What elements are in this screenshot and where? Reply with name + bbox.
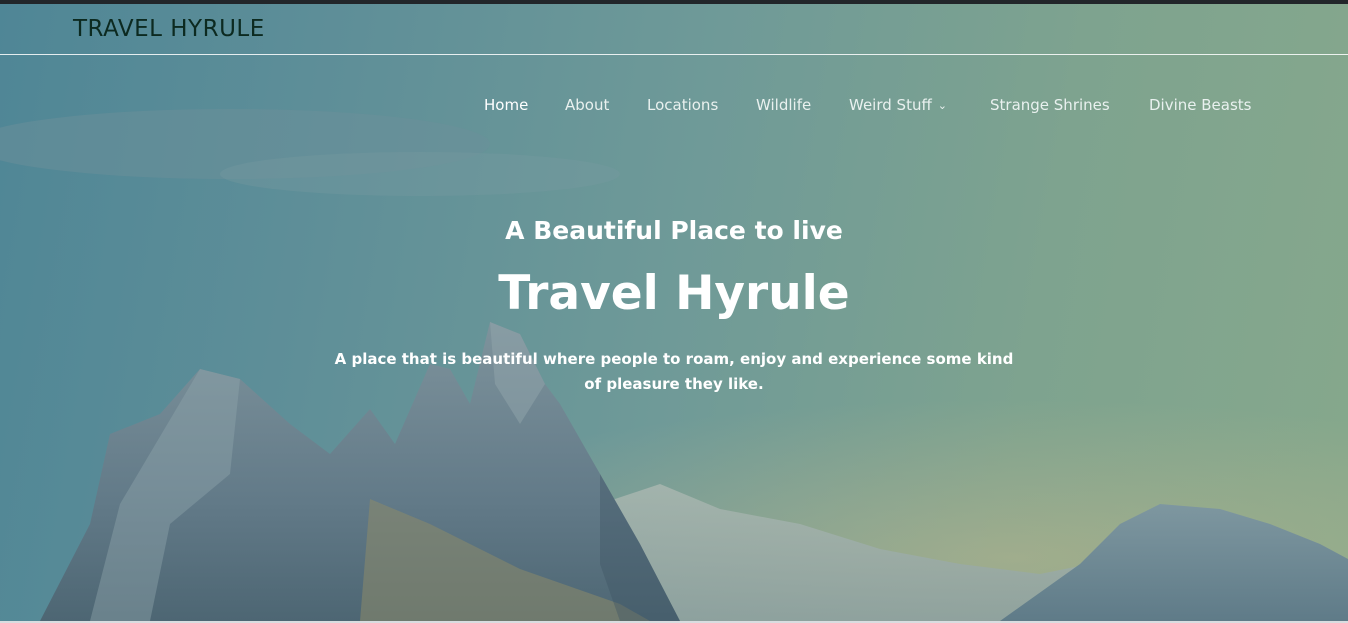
chevron-down-icon: ⌄ xyxy=(937,99,948,112)
nav-item-about[interactable]: About xyxy=(565,96,609,114)
nav-item-locations[interactable]: Locations xyxy=(647,96,718,114)
hero-title: Travel Hyrule xyxy=(498,266,850,321)
site-title-link[interactable]: TRAVEL HYRULE xyxy=(73,16,265,42)
nav-item-weird-stuff-label: Weird Stuff xyxy=(849,96,932,114)
hero-section: TRAVEL HYRULE Home About Locations Wildl… xyxy=(0,4,1348,621)
nav-item-strange-shrines[interactable]: Strange Shrines xyxy=(990,96,1110,114)
nav-item-weird-stuff[interactable]: Weird Stuff ⌄ xyxy=(849,96,947,114)
nav-item-home[interactable]: Home xyxy=(484,96,528,114)
hero-subtitle: A Beautiful Place to live xyxy=(505,216,843,245)
nav-item-divine-beasts[interactable]: Divine Beasts xyxy=(1149,96,1252,114)
hero-description: A place that is beautiful where people t… xyxy=(334,350,1014,393)
main-navigation: Home About Locations Wildlife Weird Stuf… xyxy=(0,96,1348,120)
header-divider xyxy=(0,54,1348,55)
nav-item-wildlife[interactable]: Wildlife xyxy=(756,96,811,114)
